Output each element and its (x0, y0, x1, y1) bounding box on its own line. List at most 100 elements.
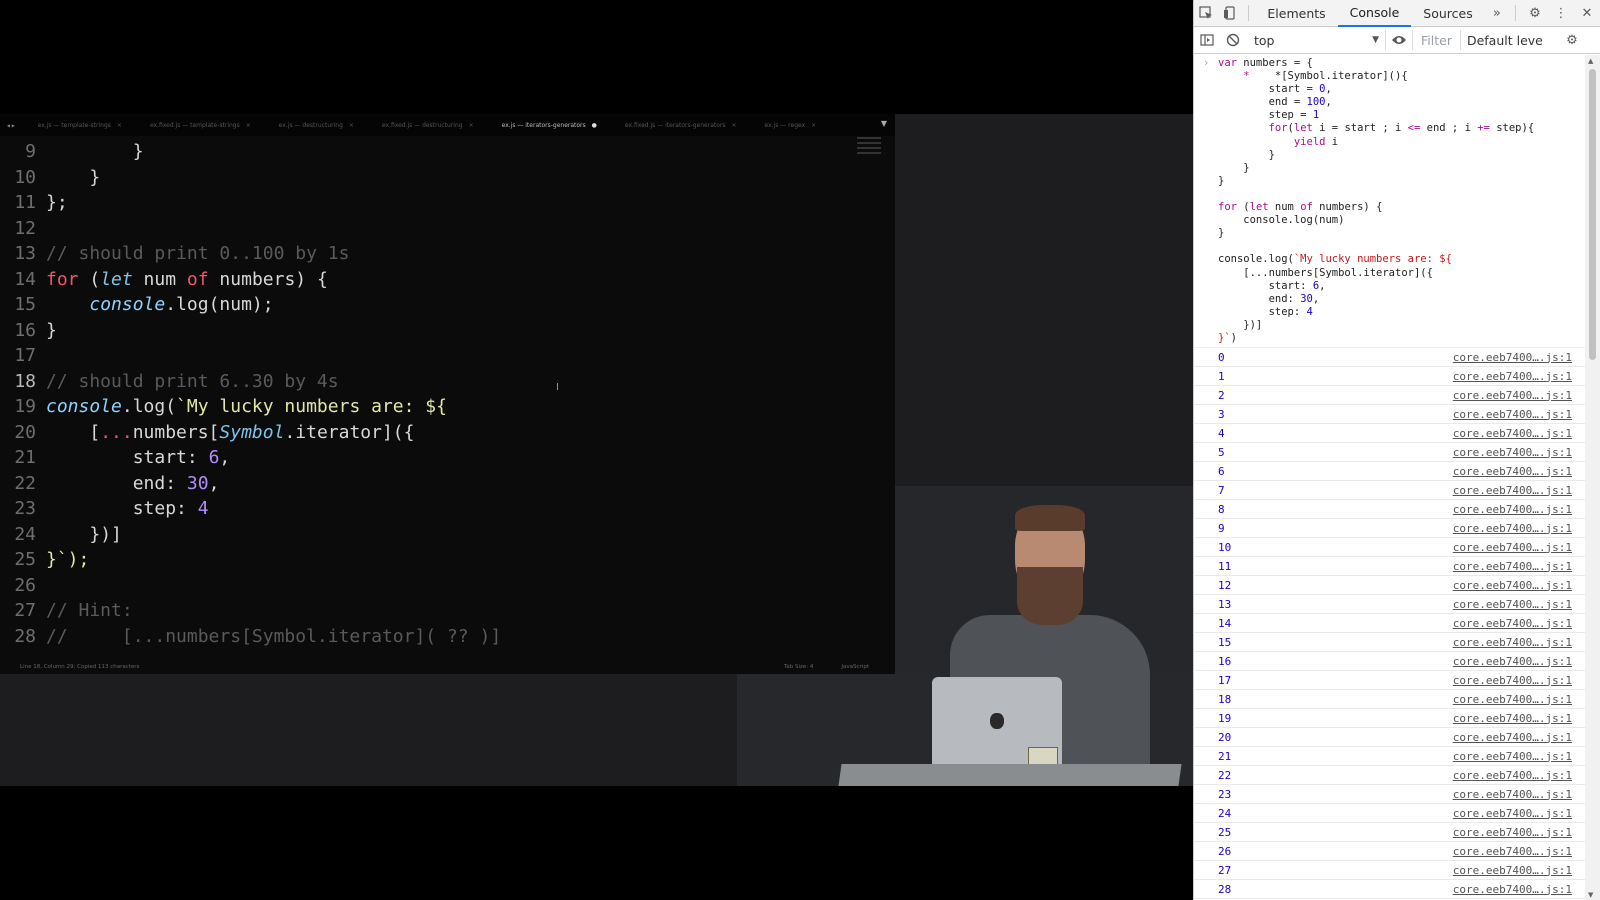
log-value: 17 (1218, 673, 1232, 687)
code-line: 26 (14, 574, 36, 596)
log-source-link[interactable]: core.eeb7400….js:1 (1453, 522, 1586, 535)
editor-tab-active: ex.js — iterators-generators ● (501, 121, 597, 129)
log-source-link[interactable]: core.eeb7400….js:1 (1453, 579, 1586, 592)
console-log-row: 5 core.eeb7400….js:1 (1194, 443, 1586, 463)
log-source-link[interactable]: core.eeb7400….js:1 (1453, 674, 1586, 687)
toolbar-divider (1248, 5, 1250, 21)
laptop-sticker (1028, 747, 1058, 765)
log-value: 12 (1218, 578, 1232, 592)
log-source-link[interactable]: core.eeb7400….js:1 (1453, 560, 1586, 573)
log-value: 8 (1218, 502, 1225, 516)
console-filter-input[interactable]: Filter (1412, 30, 1461, 50)
log-source-link[interactable]: core.eeb7400….js:1 (1453, 750, 1586, 763)
code-line: 23 step: 4 (14, 498, 209, 519)
log-source-link[interactable]: core.eeb7400….js:1 (1453, 617, 1586, 630)
presentation-slide: ◂▸ ex.js — template-strings × ex.fixed.js… (0, 114, 1193, 786)
code-line: 16} (14, 319, 57, 341)
tab-console[interactable]: Console (1337, 0, 1412, 27)
log-value: 25 (1218, 825, 1232, 839)
log-value: 16 (1218, 654, 1232, 668)
code-line: 24 })] (14, 523, 122, 545)
settings-gear-icon[interactable]: ⚙ (1522, 0, 1548, 26)
log-source-link[interactable]: core.eeb7400….js:1 (1453, 807, 1586, 820)
log-source-link[interactable]: core.eeb7400….js:1 (1453, 712, 1586, 725)
log-source-link[interactable]: core.eeb7400….js:1 (1453, 541, 1586, 554)
context-selector[interactable]: top ▼ (1246, 30, 1386, 50)
tab-sources[interactable]: Sources (1411, 0, 1484, 27)
log-value: 7 (1218, 483, 1225, 497)
console-log-row: 12 core.eeb7400….js:1 (1194, 576, 1586, 596)
inspect-element-icon[interactable] (1194, 0, 1218, 26)
console-log-row: 4 core.eeb7400….js:1 (1194, 424, 1586, 444)
presenter-hair (1015, 505, 1085, 531)
console-log-row: 11 core.eeb7400….js:1 (1194, 557, 1586, 577)
console-settings-gear-icon[interactable]: ⚙ (1559, 27, 1585, 53)
log-source-link[interactable]: core.eeb7400….js:1 (1453, 503, 1586, 516)
log-source-link[interactable]: core.eeb7400….js:1 (1453, 731, 1586, 744)
scroll-up-arrow-icon[interactable]: ▲ (1588, 57, 1593, 65)
tab-elements[interactable]: Elements (1255, 0, 1337, 27)
console-log-row: 26 core.eeb7400….js:1 (1194, 842, 1586, 862)
log-source-link[interactable]: core.eeb7400….js:1 (1453, 845, 1586, 858)
code-line-current: 18// should print 6..30 by 4s (14, 370, 339, 392)
video-player[interactable]: ◂▸ ex.js — template-strings × ex.fixed.js… (0, 0, 1193, 900)
code-view: 9 } 10 } 11}; 12 13// should print 0..10… (0, 139, 895, 647)
log-source-link[interactable]: core.eeb7400….js:1 (1453, 465, 1586, 478)
context-value: top (1254, 32, 1275, 48)
editor-tab: ex.js — destructuring × (278, 121, 354, 129)
more-options-icon[interactable]: ⋮ (1548, 0, 1574, 26)
code-line: 11}; (14, 192, 68, 213)
editor-status-bar: Line 18, Column 29; Copied 113 character… (0, 659, 895, 674)
console-log-row: 0 core.eeb7400….js:1 (1194, 348, 1586, 368)
log-source-link[interactable]: core.eeb7400….js:1 (1453, 788, 1586, 801)
console-log-row: 3 core.eeb7400….js:1 (1194, 405, 1586, 425)
log-source-link[interactable]: core.eeb7400….js:1 (1453, 408, 1586, 421)
scrollbar-thumb[interactable] (1589, 69, 1596, 360)
scroll-down-arrow-icon[interactable]: ▼ (1588, 891, 1593, 899)
log-source-link[interactable]: core.eeb7400….js:1 (1453, 484, 1586, 497)
log-value: 1 (1218, 369, 1225, 383)
log-source-link[interactable]: core.eeb7400….js:1 (1453, 655, 1586, 668)
log-source-link[interactable]: core.eeb7400….js:1 (1453, 636, 1586, 649)
clear-console-icon[interactable] (1220, 27, 1246, 53)
code-line: 22 end: 30, (14, 472, 220, 494)
console-log-row: 19 core.eeb7400….js:1 (1194, 709, 1586, 729)
log-value: 5 (1218, 445, 1225, 459)
editor-tab: ex.fixed.js — destructuring × (381, 121, 474, 129)
console-log-list: 0 core.eeb7400….js:1 1 core.eeb7400….js:1 2 c… (1194, 348, 1586, 900)
log-source-link[interactable]: core.eeb7400….js:1 (1453, 883, 1586, 896)
code-editor: ◂▸ ex.js — template-strings × ex.fixed.js… (0, 114, 895, 674)
live-expression-eye-icon[interactable] (1386, 27, 1412, 53)
device-toolbar-icon[interactable] (1218, 0, 1242, 26)
podium (838, 764, 1182, 786)
console-log-row: 9 core.eeb7400….js:1 (1194, 519, 1586, 539)
sidebar-toggle-icon[interactable] (1194, 27, 1220, 53)
log-source-link[interactable]: core.eeb7400….js:1 (1453, 389, 1586, 402)
log-value: 28 (1218, 882, 1232, 896)
code-line: 15 console.log(num); (14, 294, 274, 315)
log-value: 14 (1218, 616, 1232, 630)
log-source-link[interactable]: core.eeb7400….js:1 (1453, 351, 1586, 364)
console-log-row: 1 core.eeb7400….js:1 (1194, 367, 1586, 387)
devtools-panel: Elements Console Sources » ⚙ ⋮ ✕ top ▼ F… (1193, 0, 1600, 900)
close-icon[interactable]: ✕ (1574, 0, 1600, 26)
log-source-link[interactable]: core.eeb7400….js:1 (1453, 446, 1586, 459)
log-source-link[interactable]: core.eeb7400….js:1 (1453, 598, 1586, 611)
log-source-link[interactable]: core.eeb7400….js:1 (1453, 370, 1586, 383)
log-level-selector[interactable]: Default leve (1461, 33, 1559, 48)
console-scrollbar[interactable]: ▲ ▼ (1585, 55, 1600, 900)
log-source-link[interactable]: core.eeb7400….js:1 (1453, 769, 1586, 782)
log-source-link[interactable]: core.eeb7400….js:1 (1453, 864, 1586, 877)
console-log-row: 20 core.eeb7400….js:1 (1194, 728, 1586, 748)
log-value: 15 (1218, 635, 1232, 649)
more-tabs-icon[interactable]: » (1485, 0, 1509, 26)
editor-tab-bar: ◂▸ ex.js — template-strings × ex.fixed.js… (0, 114, 895, 136)
log-source-link[interactable]: core.eeb7400….js:1 (1453, 427, 1586, 440)
prompt-chevron-icon: › (1203, 57, 1210, 69)
log-source-link[interactable]: core.eeb7400….js:1 (1453, 826, 1586, 839)
log-value: 4 (1218, 426, 1225, 440)
apple-logo-icon (990, 713, 1004, 729)
console-log-row: 24 core.eeb7400….js:1 (1194, 804, 1586, 824)
log-source-link[interactable]: core.eeb7400….js:1 (1453, 693, 1586, 706)
log-value: 20 (1218, 730, 1232, 744)
